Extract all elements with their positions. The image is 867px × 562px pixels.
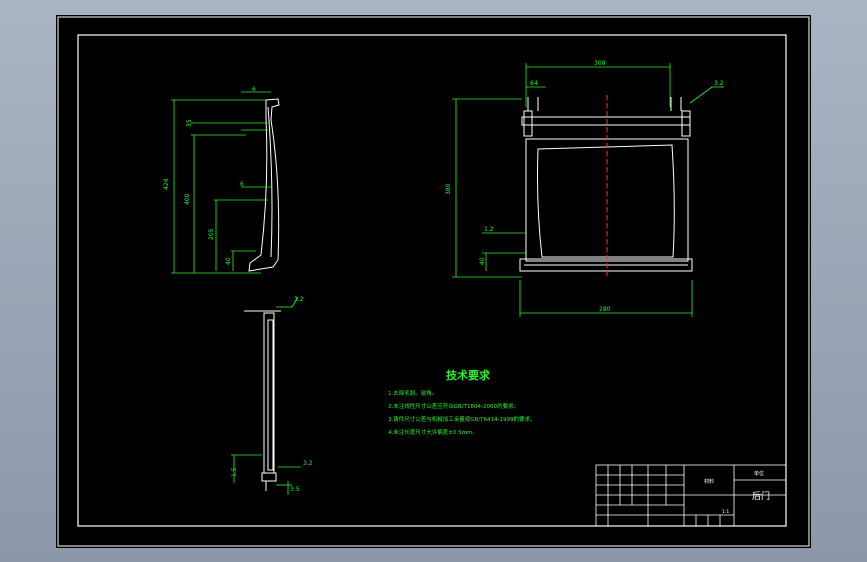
roughness-front: 3.2 (714, 80, 724, 87)
drawing-svg: 424 400 35 6 6 205 40 300 64 380 1.2 40 … (57, 16, 810, 547)
tech-note-4: 4.未注长度尺寸允许偏差±0.5mm。 (388, 428, 478, 436)
cad-drawing-canvas: 424 400 35 6 6 205 40 300 64 380 1.2 40 … (56, 15, 811, 548)
section-view (244, 310, 281, 491)
title-block-company: 单位 (754, 470, 764, 477)
front-view (519, 97, 693, 272)
dim-side-mid: 6 (240, 181, 244, 188)
dim-side-lip: 6 (252, 86, 256, 93)
tech-note-3: 3.铸件尺寸公差与机械加工余量按GB/T6414-1999的要求。 (388, 415, 535, 423)
dim-section-a: 1.5 (231, 467, 238, 477)
inner-border (77, 34, 787, 527)
dim-section-b: 3.5 (290, 486, 300, 493)
dim-side-height: 400 (184, 193, 191, 205)
roughness-section-top: 3.2 (294, 296, 304, 303)
dim-side-foot: 40 (225, 257, 232, 265)
title-block-part-name: 后门 (752, 490, 770, 502)
roughness-section-bottom: 3.2 (303, 460, 313, 467)
dim-front-ear: 64 (530, 80, 538, 87)
dim-front-small: 1.2 (484, 226, 494, 233)
dim-front-width: 280 (599, 306, 611, 313)
dim-side-overall: 424 (163, 178, 170, 190)
tech-note-1: 1.去除毛刺、锐角。 (388, 389, 437, 397)
dim-front-base: 40 (479, 257, 486, 265)
side-view-dimensions (171, 91, 271, 274)
dim-front-top: 300 (594, 60, 606, 67)
section-dimensions (231, 296, 301, 495)
title-block-scale: 1:1 (722, 509, 729, 515)
side-view (248, 98, 280, 272)
dim-side-top: 35 (186, 119, 193, 127)
tech-requirements-title: 技术要求 (446, 368, 491, 382)
dim-side-lower: 205 (208, 228, 215, 240)
title-block-material: 材料 (704, 478, 714, 485)
outer-border (57, 16, 810, 547)
tech-note-2: 2.未注线性尺寸公差应符合GB/T1804-2000的要求。 (388, 402, 519, 410)
dim-front-height: 380 (445, 183, 452, 195)
front-view-dimensions (452, 63, 724, 317)
